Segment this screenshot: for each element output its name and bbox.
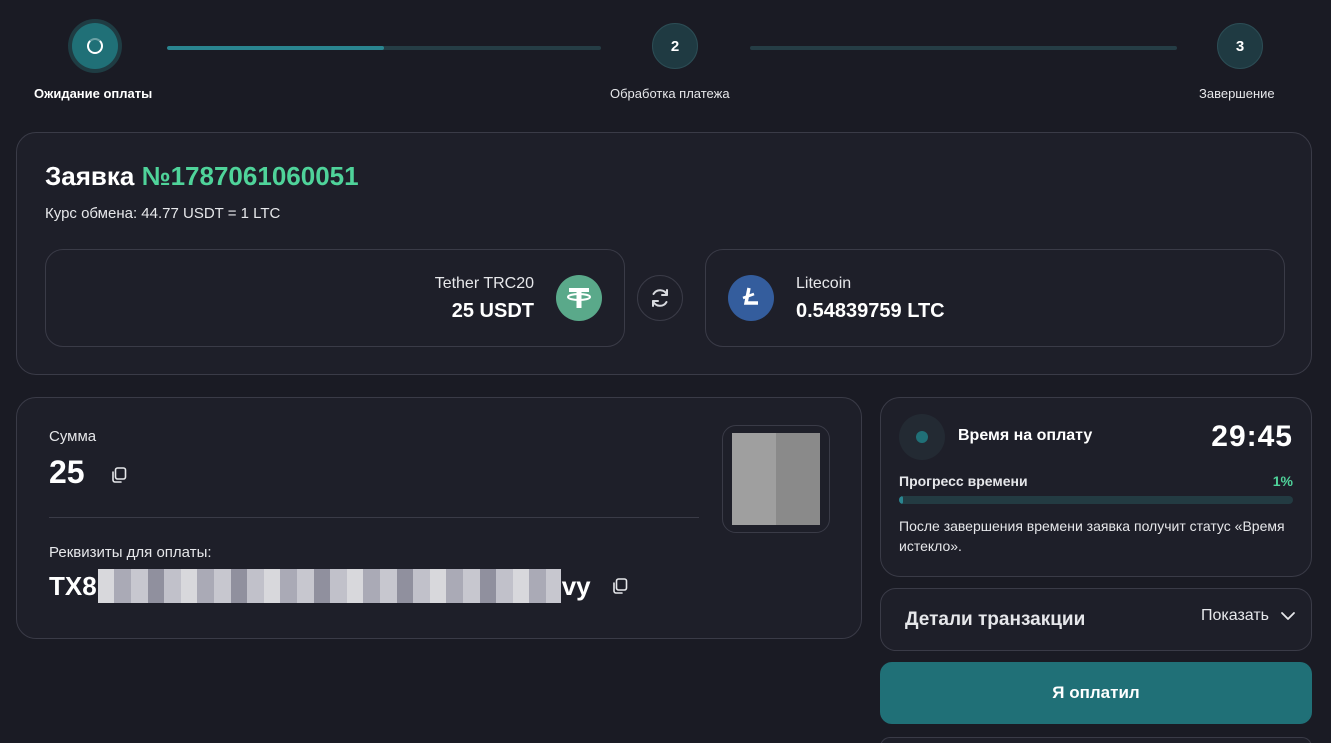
step-1-connector-fill [167,46,384,50]
step-3-circle: 3 [1217,23,1263,69]
step-2-label: Обработка платежа [610,86,730,101]
show-details-label: Показать [1200,607,1269,624]
order-title-prefix: Заявка [45,161,135,191]
from-currency-amount: 25 USDT [451,300,534,322]
step-3-label: Завершение [1199,86,1275,101]
show-details-toggle[interactable]: Показать [1201,607,1297,625]
step-2-circle: 2 [652,23,698,69]
qr-code[interactable] [722,425,830,533]
sum-value: 25 [49,454,85,490]
timer-title: Время на оплату [958,427,1093,444]
address-end: vy [561,570,591,601]
address-start: TX8 [49,570,97,601]
requisites-label: Реквизиты для оплаты: [49,544,212,561]
order-number: №1787061060051 [141,161,359,191]
step-1-label: Ожидание оплаты [34,86,153,101]
address-redacted [97,569,561,603]
from-currency-name: Tether TRC20 [434,275,534,292]
next-card-edge [880,737,1312,743]
from-currency-box: Tether TRC20 25 USDT [45,249,625,347]
exchange-rate: Курс обмена: 44.77 USDT = 1 LTC [45,205,281,222]
status-dot [916,431,928,443]
order-card: Заявка №1787061060051 Курс обмена: 44.77… [16,132,1312,375]
transaction-details-title: Детали транзакции [905,609,1086,630]
transaction-details-card: Детали транзакции Показать [880,588,1312,651]
copy-icon [612,578,627,594]
payment-card: Сумма 25 Реквизиты для оплаты: TX8 vy [16,397,862,639]
timer-note: После завершения времени заявка получит … [899,518,1285,554]
qr-code-image [732,433,820,525]
step-1-circle [72,23,118,69]
tether-icon [556,275,602,321]
to-currency-box: Litecoin 0.54839759 LTC [705,249,1285,347]
exchange-page: Ожидание оплаты 2 Обработка платежа 3 За… [0,0,1331,743]
to-currency-name: Litecoin [796,275,852,292]
order-title: Заявка №1787061060051 [45,161,359,192]
time-progress-bar [899,496,1293,504]
swap-currencies-button[interactable] [637,275,683,321]
copy-address-button[interactable] [609,575,631,597]
chevron-down-icon [1281,612,1295,620]
i-paid-button[interactable]: Я оплатил [880,662,1312,724]
progress-stepper: Ожидание оплаты 2 Обработка платежа 3 За… [0,0,1331,120]
timer-countdown: 29:45 [1211,420,1293,453]
payment-address: TX8 vy [49,568,631,604]
copy-sum-button[interactable] [108,464,130,486]
step-2-connector [750,46,1177,50]
time-progress-label: Прогресс времени [899,473,1028,489]
loading-spinner-icon [87,38,103,54]
litecoin-icon [728,275,774,321]
time-progress-percent: 1% [1272,473,1293,489]
timer-status-icon [899,414,945,460]
sum-label: Сумма [49,428,97,445]
timer-card: Время на оплату 29:45 Прогресс времени 1… [880,397,1312,577]
divider [49,517,699,518]
copy-icon [112,467,127,483]
refresh-icon [652,289,668,307]
step-1-connector [167,46,601,50]
to-currency-amount: 0.54839759 LTC [796,300,945,322]
time-progress-fill [899,496,903,504]
